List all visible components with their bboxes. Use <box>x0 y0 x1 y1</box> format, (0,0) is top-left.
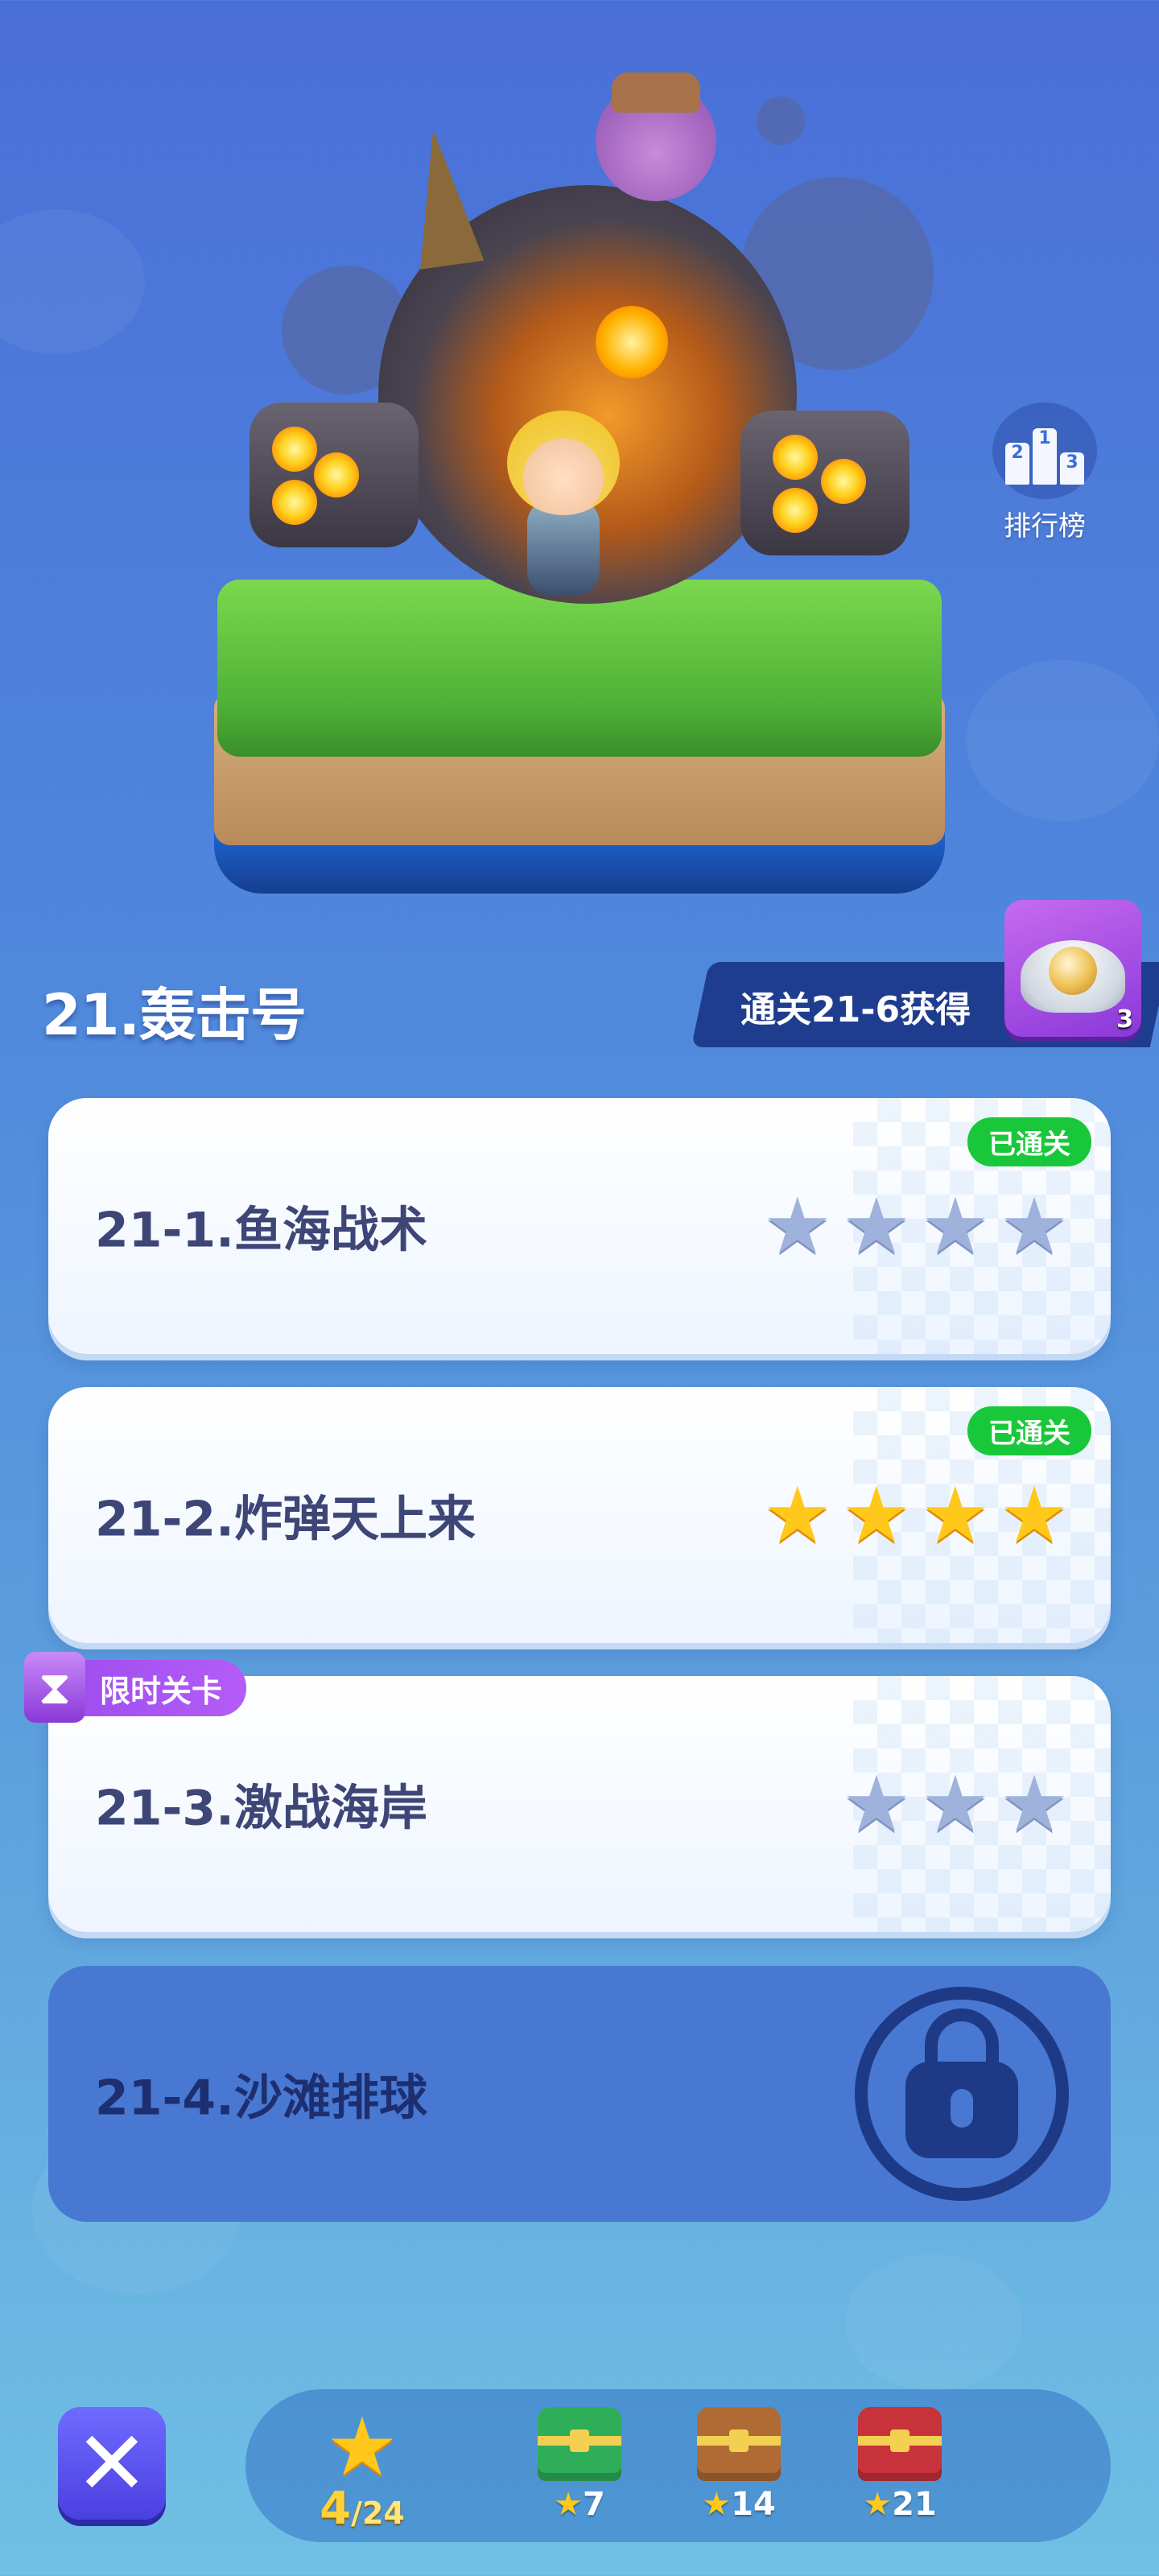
level-name: 21-4.沙滩排球 <box>95 2070 427 2127</box>
level-name: 21-1.鱼海战术 <box>95 1202 427 1259</box>
star-icon: ★ <box>920 1470 990 1560</box>
star-icon: ★ <box>841 1470 911 1560</box>
bg-decoration <box>845 2254 1022 2391</box>
chest-threshold: 7 <box>583 2486 605 2523</box>
leaderboard-label: 排行榜 <box>1004 510 1086 543</box>
boss-illustration <box>209 64 950 918</box>
level-card-21-2[interactable]: 已通关 21-2.炸弹天上来 ★ ★ ★ ★ <box>48 1387 1111 1643</box>
pirate-hat <box>612 72 700 113</box>
star-rating: ★ ★ ★ ★ <box>763 1187 1069 1265</box>
podium-rank: 1 <box>1033 428 1057 485</box>
star-icon: ★ <box>326 2400 398 2494</box>
chest-icon <box>858 2407 942 2481</box>
stars-collected: 4 <box>320 2483 352 2535</box>
podium-rank: 2 <box>1005 443 1029 485</box>
chest-threshold: 14 <box>731 2486 776 2523</box>
star-icon: ★ <box>999 1181 1069 1271</box>
star-count: 4/24 <box>314 2483 410 2535</box>
chapter-title: 21.轰击号 <box>42 982 307 1048</box>
bg-decoration <box>0 209 145 354</box>
star-icon: ★ <box>841 1759 911 1849</box>
star-rating: ★ ★ ★ ★ <box>763 1476 1069 1554</box>
chest-threshold: 21 <box>892 2486 937 2523</box>
right-cannon <box>740 411 909 555</box>
level-name: 21-2.炸弹天上来 <box>95 1491 476 1548</box>
island-grass <box>217 580 942 757</box>
level-name: 21-3.激战海岸 <box>95 1780 427 1837</box>
star-icon: ★ <box>762 1470 832 1560</box>
chest-label: ★7 <box>554 2486 605 2523</box>
bg-decoration <box>966 660 1159 821</box>
pearl-icon <box>1049 947 1097 995</box>
reward-text: 通关21-6获得 <box>740 989 971 1030</box>
close-icon: ✕ <box>74 2412 150 2515</box>
lock-icon <box>855 1987 1069 2201</box>
star-icon: ★ <box>999 1759 1069 1849</box>
podium-rank: 3 <box>1060 452 1084 485</box>
star-icon: ★ <box>841 1181 911 1271</box>
stars-total: /24 <box>351 2496 405 2531</box>
level-card-21-1[interactable]: 已通关 21-1.鱼海战术 ★ ★ ★ ★ <box>48 1098 1111 1354</box>
smoke-puff <box>757 97 805 145</box>
left-cannon <box>250 402 419 547</box>
close-button[interactable]: ✕ <box>58 2407 166 2520</box>
podium-icon: 2 1 3 <box>992 402 1097 499</box>
leaderboard-button[interactable]: 2 1 3 排行榜 <box>980 402 1109 564</box>
chest-icon <box>697 2407 781 2481</box>
passed-badge: 已通关 <box>967 1117 1091 1166</box>
star-icon: ★ <box>920 1181 990 1271</box>
robot-eye <box>596 306 668 378</box>
star-icon: ★ <box>762 1181 832 1271</box>
chest-icon <box>538 2407 621 2481</box>
reward-count: 3 <box>1116 1005 1133 1034</box>
chest-label: ★21 <box>863 2486 937 2523</box>
passed-badge: 已通关 <box>967 1406 1091 1455</box>
chest-reward-14[interactable]: ★14 <box>691 2407 787 2523</box>
hourglass-icon: ⧗ <box>24 1652 85 1723</box>
star-rating: ★ ★ ★ <box>842 1765 1069 1843</box>
hero-kid-head <box>507 411 620 515</box>
level-card-21-4-locked[interactable]: 21-4.沙滩排球 <box>48 1966 1111 2222</box>
star-counter: ★ 4/24 <box>314 2400 410 2536</box>
chest-label: ★14 <box>702 2486 776 2523</box>
star-icon: ★ <box>920 1759 990 1849</box>
pearl-reward[interactable]: 3 <box>1004 900 1141 1037</box>
chest-reward-7[interactable]: ★7 <box>531 2407 628 2523</box>
robot-spike <box>401 125 485 270</box>
chest-reward-21[interactable]: ★21 <box>852 2407 948 2523</box>
star-icon: ★ <box>999 1470 1069 1560</box>
